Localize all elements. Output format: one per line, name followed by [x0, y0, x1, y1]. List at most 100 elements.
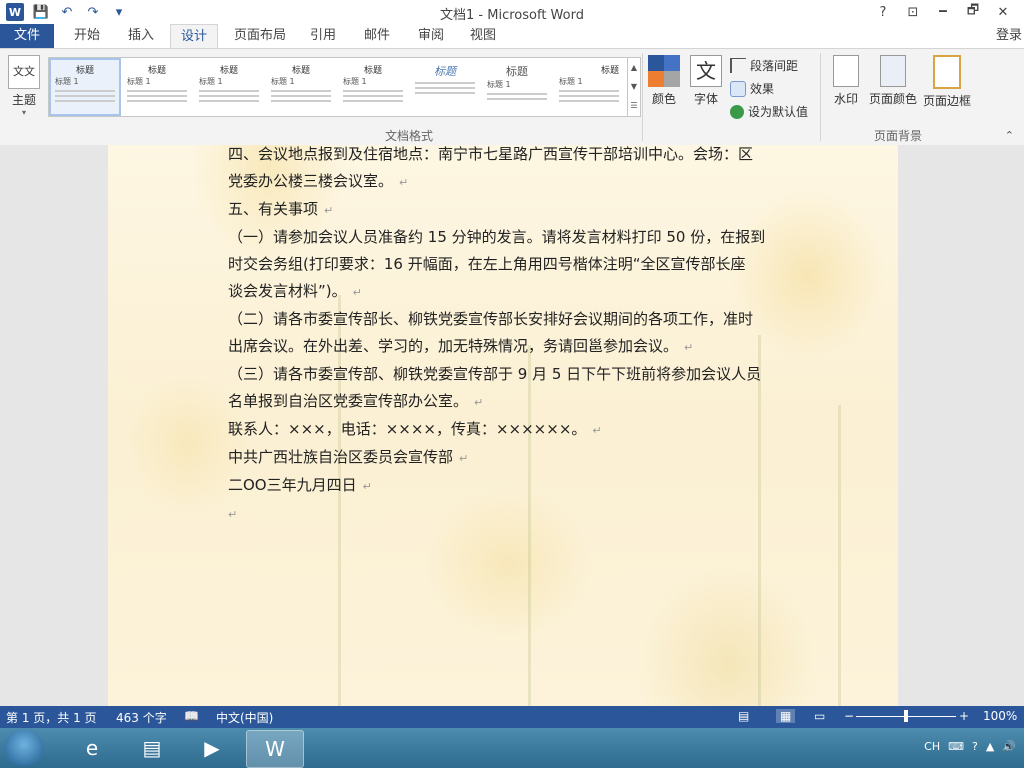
paragraph[interactable]: 出席会议。在外出差、学习的，加无特殊情况，务请回邕参加会议。 ↵: [228, 333, 788, 361]
colors-label: 颜色: [651, 92, 676, 106]
style-set-item[interactable]: 标题 标题 1: [123, 60, 191, 114]
style-set-subheading: 标题 1: [343, 77, 367, 86]
page-color-button[interactable]: 页面颜色: [868, 55, 918, 107]
paragraph[interactable]: （二）请各市委宣传部长、柳铁党委宣传部长安排好会议期间的各项工作，准时: [228, 306, 788, 333]
login-link[interactable]: 登录: [996, 24, 1022, 48]
page-borders-icon: [933, 55, 961, 89]
themes-icon: 文文: [8, 55, 40, 89]
input-language[interactable]: CH: [924, 740, 940, 753]
paragraph[interactable]: 谈会发言材料”)。 ↵: [228, 278, 788, 306]
page-borders-button[interactable]: 页面边框: [922, 55, 972, 109]
web-layout-icon[interactable]: ▭: [814, 709, 825, 723]
paragraph[interactable]: 党委办公楼三楼会议室。 ↵: [228, 168, 788, 196]
style-set-item[interactable]: 标题 标题 1: [267, 60, 335, 114]
themes-button[interactable]: 文文 主题 ▾: [6, 55, 42, 117]
paragraph[interactable]: ↵: [228, 500, 788, 528]
keyboard-icon[interactable]: ⌨: [948, 740, 964, 753]
close-icon[interactable]: ✕: [990, 2, 1016, 22]
tab-file[interactable]: 文件: [0, 24, 54, 48]
tab-mailings[interactable]: 邮件: [354, 24, 400, 48]
tab-references[interactable]: 引用: [300, 24, 346, 48]
word-taskbar-icon[interactable]: W: [246, 730, 304, 768]
set-as-default-label: 设为默认值: [748, 105, 809, 119]
document-body[interactable]: 四、会议地点报到及住宿地点：南宁市七星路广西宣传干部培训中心。会场：区 党委办公…: [228, 145, 788, 528]
show-hidden-icons-icon[interactable]: ▲: [986, 740, 994, 753]
style-set-heading: 标题: [363, 66, 382, 76]
more-icon[interactable]: ☰: [628, 96, 640, 115]
volume-icon[interactable]: 🔊: [1002, 740, 1016, 753]
fonts-button[interactable]: 文 字体: [688, 55, 724, 107]
paragraph[interactable]: 时交会务组(打印要求：16 开幅面，在左上角用四号楷体注明“全区宣传部长座: [228, 251, 788, 278]
paragraph[interactable]: （三）请各市委宣传部、柳铁党委宣传部于 9 月 5 日下午下班前将参加会议人员: [228, 361, 788, 388]
ribbon-display-options-icon[interactable]: ⊡: [900, 2, 926, 22]
set-as-default-button[interactable]: 设为默认值: [730, 103, 808, 120]
effects-button[interactable]: 效果: [730, 80, 774, 97]
minimize-icon[interactable]: 🗕: [930, 2, 956, 22]
paragraph[interactable]: 五、有关事项 ↵: [228, 196, 788, 224]
tab-review[interactable]: 审阅: [408, 24, 454, 48]
proofing-icon[interactable]: 📖: [184, 709, 199, 723]
page-color-icon: [880, 55, 906, 87]
status-bar: 第 1 页，共 1 页 463 个字 📖 中文(中国) ▤ ▦ ▭ − + 10…: [0, 706, 1024, 728]
style-set-item[interactable]: 标题 标题 1: [555, 60, 623, 114]
word-count[interactable]: 463 个字: [116, 709, 167, 726]
paragraph[interactable]: 联系人：×××，电话：××××，传真：××××××。 ↵: [228, 416, 788, 444]
paragraph[interactable]: 中共广西壮族自治区委员会宣传部 ↵: [228, 444, 788, 472]
tab-design[interactable]: 设计: [170, 24, 219, 50]
tab-home[interactable]: 开始: [64, 24, 110, 48]
help-tray-icon[interactable]: ?: [972, 740, 978, 753]
watermark-button[interactable]: 水印: [830, 55, 862, 107]
scroll-up-icon[interactable]: ▲: [628, 58, 640, 77]
page-count[interactable]: 第 1 页，共 1 页: [6, 709, 97, 726]
paragraph[interactable]: 名单报到自治区党委宣传部办公室。 ↵: [228, 388, 788, 416]
zoom-level[interactable]: 100%: [983, 709, 1017, 723]
page-borders-label: 页面边框: [922, 94, 971, 108]
style-set-subheading: 标题 1: [487, 80, 511, 89]
zoom-out-icon[interactable]: −: [844, 709, 854, 723]
zoom-slider-thumb[interactable]: [904, 710, 908, 722]
document-format-gallery: 标题 标题 1 标题 标题 1 标题 标题 1 标题 标题 1 标题 标题 1 …: [48, 57, 628, 117]
language-indicator[interactable]: 中文(中国): [216, 709, 273, 726]
style-set-item[interactable]: 标题 标题 1: [49, 58, 121, 116]
group-label-page-background: 页面背景: [874, 129, 923, 143]
system-tray: CH ⌨ ? ▲ 🔊: [924, 740, 1016, 753]
collapse-ribbon-icon[interactable]: ⌃: [1005, 129, 1014, 142]
zoom-in-icon[interactable]: +: [959, 709, 969, 723]
paragraph[interactable]: 四、会议地点报到及住宿地点：南宁市七星路广西宣传干部培训中心。会场：区: [228, 145, 788, 168]
document-page[interactable]: 四、会议地点报到及住宿地点：南宁市七星路广西宣传干部培训中心。会场：区 党委办公…: [108, 145, 898, 706]
effects-label: 效果: [750, 82, 775, 96]
document-workspace: 四、会议地点报到及住宿地点：南宁市七星路广西宣传干部培训中心。会场：区 党委办公…: [0, 145, 1024, 706]
style-set-subheading: 标题 1: [199, 77, 223, 86]
paragraph-mark: ↵: [324, 204, 334, 217]
style-set-heading: 标题: [291, 66, 310, 76]
scroll-down-icon[interactable]: ▼: [628, 77, 640, 96]
style-set-subheading: 标题 1: [271, 77, 295, 86]
help-icon[interactable]: ?: [870, 2, 896, 22]
read-mode-icon[interactable]: ▤: [738, 709, 749, 723]
print-layout-icon[interactable]: ▦: [776, 709, 796, 723]
windows-taskbar: e ▤ ▶ W CH ⌨ ? ▲ 🔊: [0, 728, 1024, 768]
start-button[interactable]: [4, 730, 44, 766]
paragraph[interactable]: （一）请参加会议人员准备约 15 分钟的发言。请将发言材料打印 50 份，在报到: [228, 224, 788, 251]
ribbon-tabs: 文件 开始 插入 设计 页面布局 引用 邮件 审阅 视图 登录: [0, 24, 1024, 50]
paragraph[interactable]: 二OO三年九月四日 ↵: [228, 472, 788, 500]
restore-icon[interactable]: 🗗: [960, 2, 986, 22]
colors-button[interactable]: 颜色: [646, 55, 682, 107]
paragraph-spacing-button[interactable]: 段落间距: [730, 57, 798, 74]
paragraph-mark: ↵: [474, 396, 484, 409]
paragraph-mark: ↵: [352, 286, 362, 299]
internet-explorer-icon[interactable]: e: [64, 730, 120, 766]
colors-icon: [648, 55, 680, 87]
tab-page-layout[interactable]: 页面布局: [224, 24, 296, 48]
tab-insert[interactable]: 插入: [118, 24, 164, 48]
tab-view[interactable]: 视图: [460, 24, 506, 48]
style-set-item[interactable]: 标题: [411, 60, 479, 114]
media-player-icon[interactable]: ▶: [184, 730, 240, 766]
style-set-item[interactable]: 标题 标题 1: [195, 60, 263, 114]
style-set-item[interactable]: 标题 标题 1: [339, 60, 407, 114]
file-explorer-icon[interactable]: ▤: [124, 730, 180, 766]
title-bar: W 💾 ↶ ↷ ▾ 文档1 - Microsoft Word ? ⊡ 🗕 🗗 ✕: [0, 0, 1024, 24]
paragraph-spacing-label: 段落间距: [750, 59, 799, 73]
gallery-scroll[interactable]: ▲ ▼ ☰: [627, 57, 641, 117]
style-set-item[interactable]: 标题 标题 1: [483, 60, 551, 114]
